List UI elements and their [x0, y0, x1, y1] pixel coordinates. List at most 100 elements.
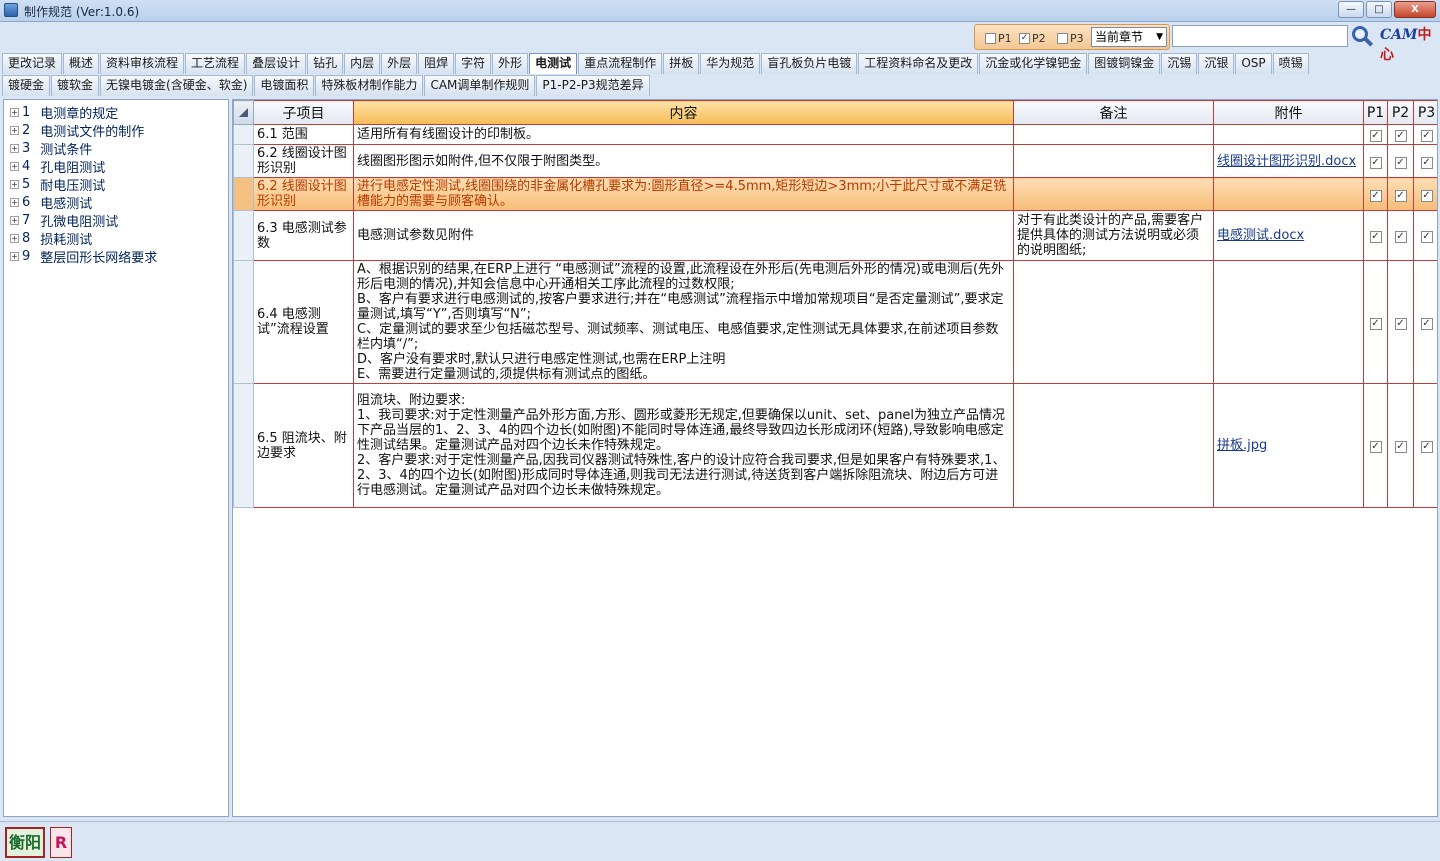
tab-tabs_row1-19[interactable]: 沉锡 — [1161, 53, 1198, 74]
row-selector[interactable] — [233, 260, 254, 384]
tab-tabs_row1-10[interactable]: 外形 — [492, 53, 529, 74]
scope-select[interactable]: 当前章节 ▼ — [1091, 27, 1167, 47]
expand-icon[interactable]: + — [10, 143, 19, 153]
expand-icon[interactable]: + — [10, 107, 19, 117]
tab-tabs_row1-14[interactable]: 华为规范 — [700, 53, 761, 74]
tab-tabs_row1-20[interactable]: 沉银 — [1198, 53, 1235, 74]
header-p3[interactable]: P3 — [1413, 100, 1437, 125]
tab-tabs_row1-18[interactable]: 图镀铜镍金 — [1088, 53, 1161, 74]
search-input[interactable] — [1172, 25, 1348, 47]
maximize-button[interactable]: □ — [1366, 1, 1392, 18]
close-button[interactable]: X — [1394, 1, 1436, 18]
tab-tabs_row1-5[interactable]: 钻孔 — [307, 53, 344, 74]
attachment-link[interactable]: 线圈设计图形识别.docx — [1217, 154, 1356, 169]
row-selector[interactable] — [233, 177, 254, 211]
header-content[interactable]: 内容 — [353, 100, 1014, 125]
expand-icon[interactable]: + — [10, 125, 19, 135]
p2-row-checkbox[interactable]: ✓ — [1394, 156, 1407, 169]
tab-tabs_row2-2[interactable]: 无镍电镀金(含硬金、软金) — [100, 75, 254, 96]
tab-tabs_row1-16[interactable]: 工程资料命名及更改 — [858, 53, 979, 74]
p3-row-checkbox[interactable]: ✓ — [1420, 189, 1433, 202]
attachment-link[interactable]: 电感测试.docx — [1217, 228, 1304, 243]
p3-row-checkbox[interactable]: ✓ — [1420, 231, 1433, 243]
row-selector[interactable] — [233, 144, 254, 178]
tab-tabs_row1-22[interactable]: 喷锡 — [1272, 53, 1309, 74]
minimize-button[interactable]: — — [1338, 1, 1364, 18]
grid-row[interactable]: 6.2 线圈设计图形识别 进行电感定性测试,线圈围绕的非金属化槽孔要求为:圆形直径… — [233, 177, 1437, 211]
tree-item[interactable]: +2 电测试文件的制作 — [4, 121, 228, 140]
expand-icon[interactable]: + — [10, 179, 19, 189]
row-selector[interactable] — [233, 383, 254, 508]
expand-icon[interactable]: + — [10, 215, 19, 225]
expand-icon[interactable]: + — [10, 197, 19, 207]
tree-item[interactable]: +1 电测章的规定 — [4, 103, 228, 122]
tab-tabs_row1-7[interactable]: 外层 — [381, 53, 418, 74]
header-attach[interactable]: 附件 — [1213, 100, 1364, 125]
tab-tabs_row1-8[interactable]: 阻焊 — [418, 53, 455, 74]
tab-tabs_row1-12[interactable]: 重点流程制作 — [578, 53, 663, 74]
tree-item[interactable]: +3 测试条件 — [4, 139, 228, 158]
tab-tabs_row1-4[interactable]: 叠层设计 — [246, 53, 307, 74]
p1-checkbox[interactable] — [985, 33, 996, 44]
p1-row-checkbox[interactable]: ✓ — [1369, 441, 1382, 453]
p2-row-checkbox[interactable]: ✓ — [1394, 189, 1407, 202]
p3-row-checkbox[interactable]: ✓ — [1420, 317, 1433, 330]
p1-row-checkbox[interactable]: ✓ — [1369, 156, 1382, 169]
p1-row-checkbox[interactable]: ✓ — [1369, 231, 1382, 243]
p2-row-checkbox[interactable]: ✓ — [1394, 441, 1407, 453]
expand-icon[interactable]: + — [10, 251, 19, 261]
tab-tabs_row1-11[interactable]: 电测试 — [529, 53, 578, 74]
tab-tabs_row1-9[interactable]: 字符 — [455, 53, 492, 74]
header-sub[interactable]: 子项目 — [253, 100, 354, 125]
tab-tabs_row2-1[interactable]: 镀软金 — [51, 75, 100, 96]
p2-filter[interactable]: ✓ P2 — [1019, 32, 1046, 45]
grid-row[interactable]: 6.1 范围 适用所有有线圈设计的印制板。 ✓ ✓ ✓ — [233, 124, 1437, 145]
attachment-link[interactable]: 拼板.jpg — [1217, 438, 1267, 453]
tab-tabs_row2-0[interactable]: 镀硬金 — [2, 75, 51, 96]
tree-item[interactable]: +5 耐电压测试 — [4, 175, 228, 194]
tree-item[interactable]: +8 损耗测试 — [4, 229, 228, 248]
row-selector[interactable] — [233, 210, 254, 261]
p1-row-checkbox[interactable]: ✓ — [1369, 189, 1382, 202]
tab-tabs_row2-6[interactable]: P1-P2-P3规范差异 — [536, 75, 650, 96]
p2-row-checkbox[interactable]: ✓ — [1394, 130, 1407, 142]
tab-tabs_row1-0[interactable]: 更改记录 — [2, 53, 63, 74]
header-p2[interactable]: P2 — [1387, 100, 1414, 125]
expand-icon[interactable]: + — [10, 233, 19, 243]
p3-checkbox[interactable] — [1057, 33, 1068, 44]
p1-filter[interactable]: P1 — [985, 32, 1012, 45]
tab-tabs_row1-17[interactable]: 沉金或化学镍钯金 — [979, 53, 1088, 74]
p2-checkbox[interactable]: ✓ — [1019, 33, 1030, 44]
tab-tabs_row1-3[interactable]: 工艺流程 — [185, 53, 246, 74]
p2-row-checkbox[interactable]: ✓ — [1394, 231, 1407, 243]
tab-tabs_row1-6[interactable]: 内层 — [344, 53, 381, 74]
header-p1[interactable]: P1 — [1363, 100, 1388, 125]
tab-tabs_row1-13[interactable]: 拼板 — [663, 53, 700, 74]
tab-tabs_row1-21[interactable]: OSP — [1235, 53, 1272, 74]
grid-row[interactable]: 6.4 电感测试”流程设置 A、根据识别的结果,在ERP上进行 “电感测试”流程的… — [233, 260, 1437, 384]
header-note[interactable]: 备注 — [1013, 100, 1214, 125]
tab-tabs_row1-2[interactable]: 资料审核流程 — [100, 53, 185, 74]
p3-row-checkbox[interactable]: ✓ — [1420, 130, 1433, 142]
grid-corner[interactable] — [233, 100, 254, 125]
p3-row-checkbox[interactable]: ✓ — [1420, 156, 1433, 169]
grid-row[interactable]: 6.2 线圈设计图形识别 线圈图形图示如附件,但不仅限于附图类型。 线圈设计图形识别… — [233, 144, 1437, 178]
search-button[interactable] — [1350, 25, 1374, 49]
tree-item[interactable]: +6 电感测试 — [4, 193, 228, 212]
tab-tabs_row2-3[interactable]: 电镀面积 — [254, 75, 315, 96]
p3-row-checkbox[interactable]: ✓ — [1420, 441, 1433, 453]
grid-row[interactable]: 6.5 阻流块、附边要求 阻流块、附边要求: 1、我司要求:对于定性测量产品外形方… — [233, 383, 1437, 508]
p2-row-checkbox[interactable]: ✓ — [1394, 317, 1407, 330]
tab-tabs_row2-5[interactable]: CAM调单制作规则 — [424, 75, 536, 96]
p3-filter[interactable]: P3 — [1057, 32, 1084, 45]
tab-tabs_row1-15[interactable]: 盲孔板负片电镀 — [761, 53, 858, 74]
p1-row-checkbox[interactable]: ✓ — [1369, 130, 1382, 142]
tab-tabs_row2-4[interactable]: 特殊板材制作能力 — [315, 75, 424, 96]
tab-tabs_row1-1[interactable]: 概述 — [63, 53, 100, 74]
grid-row[interactable]: 6.3 电感测试参数 电感测试参数见附件 对于有此类设计的产品,需要客户提供具体的测… — [233, 210, 1437, 261]
expand-icon[interactable]: + — [10, 161, 19, 171]
row-selector[interactable] — [233, 124, 254, 145]
tree-item[interactable]: +9 整层回形长网络要求 — [4, 247, 228, 266]
tree-item[interactable]: +4 孔电阻测试 — [4, 157, 228, 176]
p1-row-checkbox[interactable]: ✓ — [1369, 317, 1382, 330]
